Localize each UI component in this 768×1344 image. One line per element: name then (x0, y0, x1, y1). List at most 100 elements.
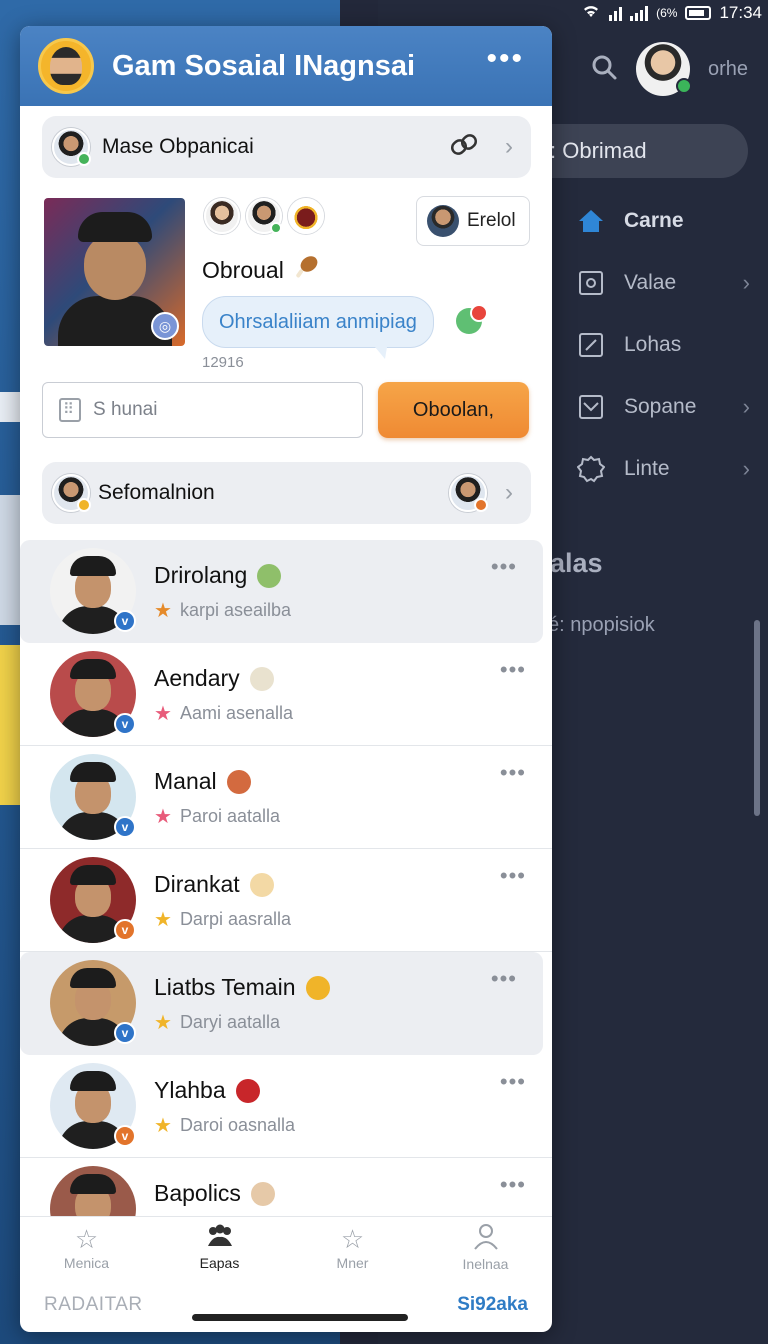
more-options-icon[interactable]: ••• (486, 44, 552, 74)
star-icon: ☆ (340, 1223, 365, 1254)
star-icon: ☆ (74, 1223, 99, 1254)
signal-icon-2 (630, 5, 649, 21)
side-panel-header: orhe (560, 30, 768, 108)
emoji-icon (305, 975, 330, 1000)
home-icon (576, 206, 606, 236)
tab-inelnaa[interactable]: Inelnaa (419, 1217, 552, 1278)
side-menu-item-linte[interactable]: Linte › (572, 438, 768, 500)
contact-name: Aendary (154, 665, 274, 692)
friend-button[interactable]: Erelol (416, 196, 530, 246)
chevron-right-icon: › (505, 133, 513, 160)
emoji-icon (249, 872, 274, 897)
emoji-icon (257, 563, 282, 588)
list-item[interactable]: v Aendary ★ Aami asenalla ••• (20, 643, 552, 746)
verified-icon: v (114, 1125, 136, 1147)
contact-subtitle: ★ Daryi aatalla (154, 1010, 280, 1035)
badge-icon (576, 454, 606, 484)
people-icon (205, 1224, 235, 1253)
reaction-icon[interactable] (456, 304, 488, 334)
friends-avatars (204, 198, 324, 234)
contact-subtitle-text: Daroi oasnalla (179, 1115, 296, 1135)
side-menu-item-valae[interactable]: Valae › (572, 252, 768, 314)
avatar[interactable] (288, 198, 324, 234)
clock: 17:34 (719, 3, 762, 22)
contact-name-text: Liatbs Temain (154, 974, 296, 1000)
avatar (52, 128, 91, 166)
emoji-icon (235, 1078, 260, 1103)
side-menu-item-lohas[interactable]: Lohas (572, 314, 768, 376)
avatar (449, 474, 488, 512)
more-options-icon[interactable]: ••• (500, 760, 526, 786)
link-icon[interactable] (449, 130, 479, 165)
bottom-tab-bar: ☆ Menica Eapas ☆ Mner Inelnaa (20, 1216, 552, 1278)
avatar[interactable] (636, 42, 692, 96)
list-item[interactable]: v Ylahba ★ Daroi oasnalla ••• (20, 1055, 552, 1158)
contact-subtitle: ★ Paroi aatalla (154, 804, 280, 829)
camera-icon[interactable]: ◎ (151, 312, 179, 340)
tab-menica[interactable]: ☆ Menica (20, 1217, 153, 1278)
verified-icon: v (114, 610, 136, 632)
tab-eapas[interactable]: Eapas (153, 1217, 286, 1278)
side-menu-item-carne[interactable]: Carne (572, 190, 768, 252)
star-icon: ★ (154, 1115, 172, 1137)
star-icon: ★ (154, 909, 172, 931)
side-menu-label: Carne (624, 209, 684, 232)
chevron-right-icon: › (742, 270, 750, 295)
group-pill[interactable]: Mase Obpanicai › (42, 116, 531, 178)
footer-right-link[interactable]: Si92aka (457, 1294, 528, 1316)
square-icon (576, 268, 606, 298)
search-input[interactable]: S hunai (42, 382, 363, 438)
timestamp: 12916 (202, 354, 244, 371)
more-options-icon[interactable]: ••• (500, 1069, 526, 1095)
list-item[interactable]: v Liatbs Temain ★ Daryi aatalla ••• (20, 952, 543, 1055)
verified-icon: v (114, 816, 136, 838)
tab-label: Eapas (199, 1255, 240, 1271)
side-menu-label: Linte (624, 457, 670, 480)
avatar[interactable] (246, 198, 282, 234)
user-icon (473, 1223, 499, 1254)
contact-subtitle-text: karpi aseailba (179, 600, 292, 620)
primary-button[interactable]: Oboolan, (378, 382, 529, 438)
app-logo (38, 38, 94, 94)
contact-subtitle-text: Paroi aatalla (179, 806, 281, 826)
more-options-icon[interactable]: ••• (500, 1172, 526, 1198)
search-icon[interactable] (590, 53, 618, 86)
verified-icon: v (114, 1022, 136, 1044)
online-indicator (676, 78, 692, 94)
contact-subtitle-text: Aami asenalla (179, 703, 293, 723)
star-icon: ★ (154, 806, 172, 828)
side-menu-item-sopane[interactable]: Sopane › (572, 376, 768, 438)
list-item[interactable]: v Manal ★ Paroi aatalla ••• (20, 746, 552, 849)
scrollbar[interactable] (754, 620, 760, 816)
side-panel-search[interactable]: : Obrimad (520, 124, 748, 178)
profile-photo[interactable]: ◎ (44, 198, 185, 346)
profile-name: Obroual (202, 254, 320, 286)
more-options-icon[interactable]: ••• (500, 863, 526, 889)
side-panel-user-name: orhe (708, 57, 749, 80)
status-bubble[interactable]: Ohrsalaliiam anmipiag (202, 296, 434, 359)
contact-name-text: Drirolang (154, 562, 248, 588)
avatar[interactable] (204, 198, 240, 234)
more-options-icon[interactable]: ••• (491, 966, 517, 992)
contact-name: Manal (154, 768, 251, 795)
more-options-icon[interactable]: ••• (500, 657, 526, 683)
battery-icon (685, 6, 712, 20)
star-icon: ★ (154, 1012, 172, 1034)
avatar (52, 474, 91, 512)
emoji-icon (249, 666, 274, 691)
more-options-icon[interactable]: ••• (491, 554, 517, 580)
tab-mner[interactable]: ☆ Mner (286, 1217, 419, 1278)
grid-icon (59, 398, 81, 422)
background-strip (0, 645, 22, 805)
friend-button-label: Erelol (467, 210, 516, 231)
list-item[interactable]: v Drirolang ★ karpi aseailba ••• (20, 540, 543, 643)
home-indicator (192, 1314, 408, 1321)
star-icon: ★ (154, 600, 172, 622)
tab-label: Mner (336, 1254, 369, 1271)
background-strip (0, 392, 22, 422)
section-pill[interactable]: Sefomalnion › (42, 462, 531, 524)
app-title: Gam Sosaial INagnsai (112, 49, 416, 82)
list-item[interactable]: v Dirankat ★ Darpi aasralla ••• (20, 849, 552, 952)
section-pill-label: Sefomalnion (98, 481, 215, 504)
verified-icon: v (114, 919, 136, 941)
